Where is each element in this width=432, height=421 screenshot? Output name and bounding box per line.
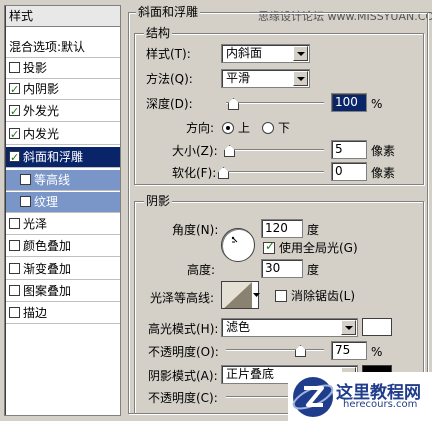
inner-glow-checkbox[interactable]	[9, 125, 20, 145]
chevron-down-icon	[341, 320, 356, 335]
direction-up-radio[interactable]	[222, 122, 234, 134]
list-item-bevel-emboss[interactable]: 斜面和浮雕	[6, 147, 120, 168]
shadow-opacity-label: 不透明度(C):	[148, 391, 218, 405]
altitude-input[interactable]: 30	[261, 259, 303, 278]
depth-slider-track[interactable]	[226, 102, 324, 104]
list-header: 样式	[6, 6, 120, 27]
bevel-emboss-checkbox[interactable]	[9, 148, 20, 168]
angle-crosshair-icon	[231, 236, 238, 243]
technique-select[interactable]: 平滑	[221, 69, 310, 88]
stroke-checkbox[interactable]	[9, 307, 20, 318]
list-item-contour[interactable]: 等高线	[6, 170, 120, 191]
shading-title: 阴影	[144, 194, 173, 208]
highlight-opacity-unit: %	[371, 345, 383, 359]
chevron-down-icon	[253, 293, 260, 297]
size-slider-track[interactable]	[226, 149, 324, 151]
size-slider-thumb[interactable]	[224, 145, 233, 155]
texture-checkbox[interactable]	[20, 196, 31, 207]
logo-z-icon	[292, 377, 334, 417]
size-input[interactable]: 5	[331, 140, 367, 159]
list-item-outer-glow[interactable]: 外发光	[6, 101, 120, 122]
angle-dial[interactable]	[221, 228, 255, 262]
style-label: 样式(T):	[146, 47, 191, 61]
depth-unit: %	[371, 97, 383, 111]
contour-dropdown-arrow[interactable]	[252, 283, 261, 307]
section-title: 斜面和浮雕	[136, 5, 201, 19]
soften-input[interactable]: 0	[331, 162, 367, 181]
highlight-mode-select[interactable]: 滤色	[221, 318, 358, 337]
direction-up-label: 上	[238, 121, 251, 135]
highlight-mode-label: 高光模式(H):	[148, 322, 219, 336]
size-label: 大小(Z):	[172, 144, 218, 158]
list-item-inner-glow[interactable]: 内发光	[6, 124, 120, 145]
angle-unit: 度	[307, 223, 320, 237]
list-item-color-overlay[interactable]: 颜色叠加	[6, 236, 120, 257]
chevron-down-icon	[293, 71, 308, 86]
soften-label: 软化(F):	[172, 166, 217, 180]
highlight-opacity-input[interactable]: 75	[331, 341, 367, 360]
highlight-opacity-slider-track[interactable]	[226, 349, 324, 351]
chevron-down-icon	[293, 46, 308, 61]
anti-alias-checkbox[interactable]	[275, 290, 287, 302]
angle-label: 角度(N):	[172, 223, 219, 237]
direction-label: 方向:	[186, 121, 215, 135]
global-light-checkbox[interactable]	[263, 239, 275, 254]
direction-down-radio[interactable]	[262, 122, 274, 134]
depth-label: 深度(D):	[146, 97, 193, 111]
anti-alias-label: 消除锯齿(L)	[291, 289, 356, 303]
altitude-label: 高度:	[187, 263, 216, 277]
angle-input[interactable]: 120	[261, 219, 303, 238]
drop-shadow-checkbox[interactable]	[9, 62, 20, 73]
soften-slider-track[interactable]	[226, 171, 324, 173]
list-item-stroke[interactable]: 描边	[6, 303, 120, 324]
list-item-drop-shadow[interactable]: 投影	[6, 58, 120, 79]
highlight-color-swatch[interactable]	[362, 318, 392, 336]
list-item-inner-shadow[interactable]: 内阴影	[6, 79, 120, 100]
technique-label: 方法(Q):	[146, 72, 193, 86]
highlight-opacity-label: 不透明度(O):	[148, 345, 219, 359]
direction-down-label: 下	[278, 121, 291, 135]
global-light-label: 使用全局光(G)	[279, 241, 358, 255]
size-unit: 像素	[371, 144, 396, 158]
altitude-unit: 度	[307, 263, 320, 277]
depth-input[interactable]: 100	[331, 93, 367, 112]
style-list: 样式 混合选项:默认 投影 内阴影 外发光 内发光 斜面和浮雕 等高线 纹理 光…	[4, 5, 121, 416]
color-overlay-checkbox[interactable]	[9, 240, 20, 251]
list-item-pattern-overlay[interactable]: 图案叠加	[6, 281, 120, 302]
structure-title: 结构	[144, 26, 173, 40]
depth-slider-thumb[interactable]	[228, 98, 237, 108]
shadow-mode-label: 阴影模式(A):	[148, 369, 218, 383]
satin-checkbox[interactable]	[9, 218, 20, 229]
list-item-gradient-overlay[interactable]: 渐变叠加	[6, 259, 120, 280]
highlight-opacity-slider-thumb[interactable]	[295, 345, 304, 355]
style-select[interactable]: 内斜面	[221, 44, 310, 63]
gradient-overlay-checkbox[interactable]	[9, 263, 20, 274]
site-logo: 这里教程网 herecours.com	[288, 372, 432, 421]
inner-shadow-checkbox[interactable]	[9, 80, 20, 100]
soften-slider-thumb[interactable]	[218, 167, 227, 177]
contour-checkbox[interactable]	[20, 174, 31, 185]
blend-options-item[interactable]: 混合选项:默认	[6, 37, 120, 58]
pattern-overlay-checkbox[interactable]	[9, 285, 20, 296]
list-item-texture[interactable]: 纹理	[6, 192, 120, 213]
list-item-satin[interactable]: 光泽	[6, 214, 120, 235]
outer-glow-checkbox[interactable]	[9, 102, 20, 122]
logo-url: herecours.com	[343, 399, 418, 410]
soften-unit: 像素	[371, 166, 396, 180]
gloss-contour-label: 光泽等高线:	[150, 291, 215, 305]
